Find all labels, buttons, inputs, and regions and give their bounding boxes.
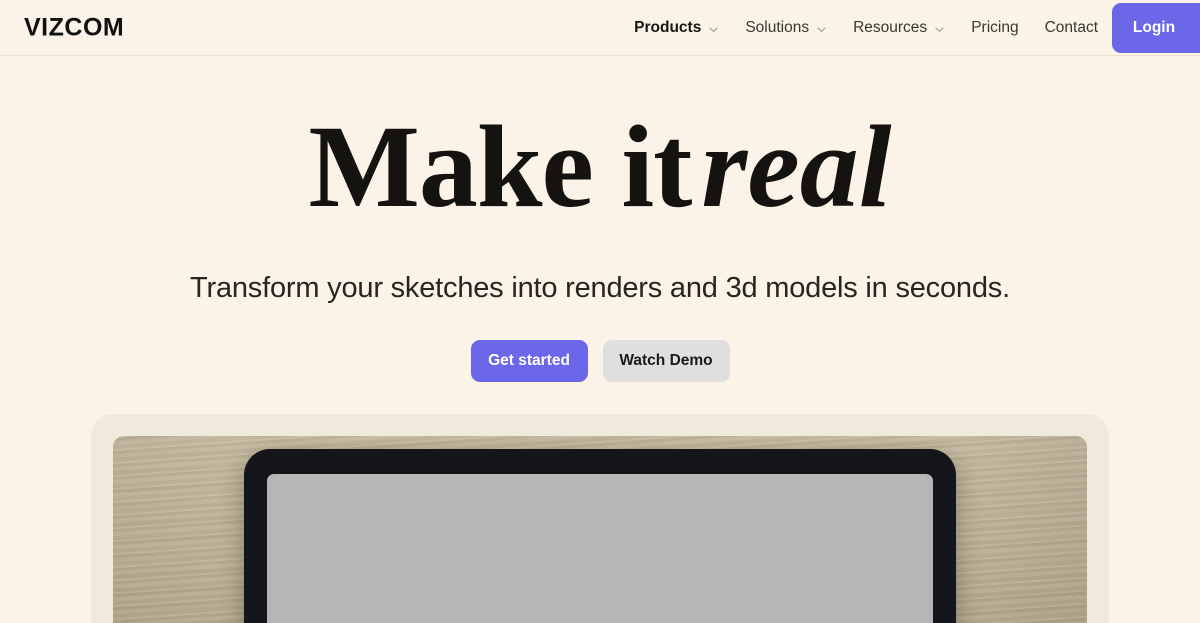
- tablet-screen: [267, 473, 933, 623]
- nav-item-resources[interactable]: Resources: [853, 20, 945, 36]
- chevron-down-icon: [816, 24, 827, 35]
- login-button[interactable]: Login: [1112, 3, 1200, 53]
- hero-cta-row: Get started Watch Demo: [0, 339, 1200, 382]
- nav-item-label: Contact: [1044, 19, 1098, 37]
- tablet-device: [244, 448, 956, 623]
- nav-item-contact[interactable]: Contact: [1045, 20, 1098, 36]
- page-title: Make itreal: [0, 108, 1200, 233]
- nav-item-pricing[interactable]: Pricing: [971, 20, 1018, 36]
- chevron-down-icon: [708, 24, 719, 35]
- primary-navigation: Products Solutions Resources Pricing Con…: [634, 0, 1098, 56]
- watch-demo-button[interactable]: Watch Demo: [602, 339, 730, 382]
- vizcom-logo[interactable]: VIZCOM: [24, 15, 124, 40]
- nav-item-label: Solutions: [745, 19, 810, 37]
- hero-subheadline: Transform your sketches into renders and…: [190, 272, 1010, 304]
- get-started-button[interactable]: Get started: [470, 339, 588, 382]
- headline-italic: real: [701, 101, 892, 232]
- desk-photo: [113, 435, 1087, 623]
- pencil-sketch-illustration: [385, 609, 815, 623]
- site-header: VIZCOM Products Solutions Resources Pric…: [0, 0, 1200, 56]
- nav-item-products[interactable]: Products: [634, 20, 719, 36]
- headline-plain: Make it: [308, 101, 692, 232]
- chevron-down-icon: [934, 24, 945, 35]
- nav-item-label: Products: [634, 19, 702, 37]
- hero-media-card: [91, 413, 1109, 623]
- hero-section: Make itreal Transform your sketches into…: [0, 56, 1200, 623]
- nav-item-solutions[interactable]: Solutions: [745, 20, 827, 36]
- nav-item-label: Pricing: [971, 19, 1019, 37]
- nav-item-label: Resources: [853, 19, 928, 37]
